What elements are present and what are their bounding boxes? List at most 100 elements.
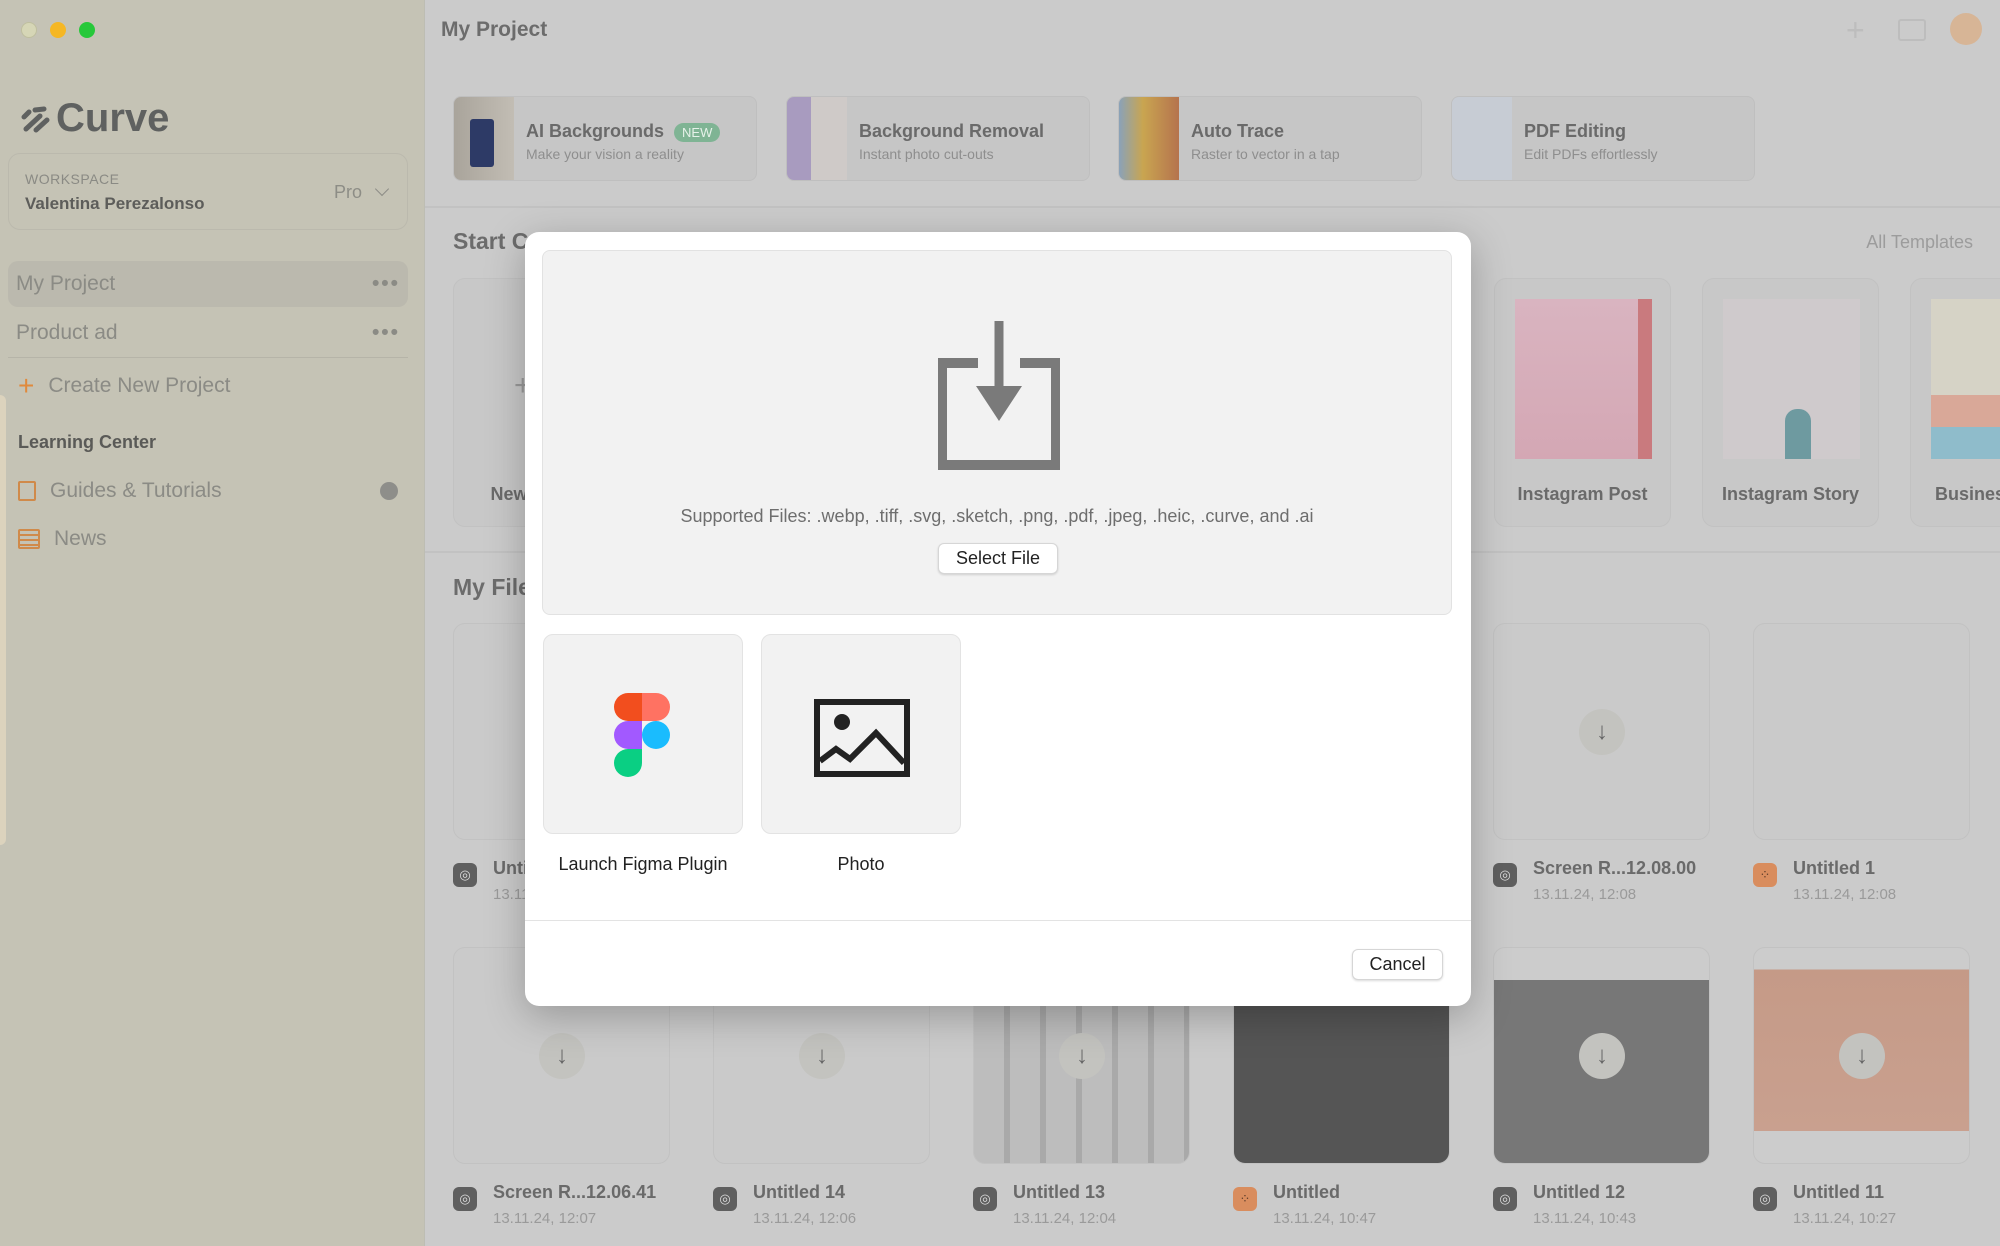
workspace-selector[interactable]: WORKSPACE Valentina Perezalonso Pro bbox=[8, 153, 408, 230]
download-icon[interactable]: ↓ bbox=[1579, 1033, 1625, 1079]
feature-title: Background Removal bbox=[859, 121, 1045, 141]
download-icon[interactable]: ↓ bbox=[539, 1033, 585, 1079]
create-project-label: Create New Project bbox=[48, 374, 231, 397]
template-instagram-story[interactable]: Instagram Story bbox=[1702, 278, 1879, 527]
select-file-button[interactable]: Select File bbox=[938, 543, 1058, 574]
cancel-button[interactable]: Cancel bbox=[1352, 949, 1443, 980]
page-title: My Project bbox=[441, 18, 548, 41]
template-business[interactable]: Business bbox=[1910, 278, 2000, 527]
sidebar-item-news[interactable]: News bbox=[18, 527, 107, 551]
logo-text: Curve bbox=[56, 96, 170, 140]
create-new-project-button[interactable]: + Create New Project bbox=[18, 370, 230, 402]
file-name[interactable]: Untitled bbox=[1273, 1182, 1340, 1203]
more-options-icon[interactable]: ••• bbox=[372, 272, 400, 296]
template-instagram-post[interactable]: Instagram Post bbox=[1494, 278, 1671, 527]
divider bbox=[425, 206, 2000, 208]
file-name[interactable]: Untitled 12 bbox=[1533, 1182, 1625, 1203]
file-name[interactable]: Screen R...12.06.41 bbox=[493, 1182, 656, 1203]
file-thumbnail[interactable]: ↓ bbox=[1493, 947, 1710, 1164]
file-date: 13.11.24, 10:27 bbox=[1793, 1210, 1897, 1227]
sidebar-item-guides[interactable]: Guides & Tutorials bbox=[18, 479, 398, 503]
guides-label: Guides & Tutorials bbox=[50, 479, 222, 502]
workspace-name: Valentina Perezalonso bbox=[25, 194, 205, 213]
workspace-label: WORKSPACE bbox=[25, 171, 120, 187]
file-thumbnail[interactable]: ↓ bbox=[1753, 947, 1970, 1164]
curve-app-file-icon: ⁘ bbox=[1753, 863, 1777, 887]
plus-icon[interactable]: + bbox=[1846, 12, 1865, 49]
unread-dot bbox=[380, 482, 398, 500]
curve-app-file-icon: ⁘ bbox=[1233, 1187, 1257, 1211]
avatar[interactable] bbox=[1950, 13, 1982, 45]
launch-figma-plugin-option[interactable] bbox=[543, 634, 743, 834]
file-name[interactable]: Untitled 14 bbox=[753, 1182, 845, 1203]
feature-title: Auto Trace bbox=[1191, 121, 1285, 141]
download-icon[interactable]: ↓ bbox=[1579, 709, 1625, 755]
curve-file-icon: ◎ bbox=[1493, 863, 1517, 887]
learning-center-heading: Learning Center bbox=[18, 432, 157, 452]
feature-title: AI Backgrounds NEW bbox=[526, 121, 721, 142]
maximize-window-button[interactable] bbox=[79, 22, 95, 38]
curve-file-icon: ◎ bbox=[713, 1187, 737, 1211]
feature-thumbnail bbox=[454, 97, 514, 180]
file-thumbnail[interactable]: ↓ bbox=[1493, 623, 1710, 840]
project-label: My Project bbox=[16, 272, 116, 295]
sidebar: Curve WORKSPACE Valentina Perezalonso Pr… bbox=[0, 0, 425, 1246]
new-badge: NEW bbox=[674, 123, 721, 142]
template-thumbnail bbox=[1723, 299, 1860, 459]
feature-title-text: AI Backgrounds bbox=[526, 121, 665, 141]
download-icon[interactable]: ↓ bbox=[1059, 1033, 1105, 1079]
workspace-plan: Pro bbox=[333, 181, 390, 203]
curve-file-icon: ◎ bbox=[1493, 1187, 1517, 1211]
close-window-button[interactable] bbox=[21, 22, 37, 38]
newspaper-icon bbox=[18, 529, 40, 549]
all-templates-link[interactable]: All Templates bbox=[1866, 232, 1973, 253]
project-label: Product ad bbox=[16, 321, 118, 344]
file-name[interactable]: Untitled 11 bbox=[1793, 1182, 1884, 1203]
file-date: 13.11.24, 10:47 bbox=[1273, 1210, 1377, 1227]
plan-label: Pro bbox=[333, 182, 362, 202]
download-icon[interactable]: ↓ bbox=[1839, 1033, 1885, 1079]
figma-icon bbox=[614, 693, 670, 777]
curve-file-icon: ◎ bbox=[973, 1187, 997, 1211]
app-logo: Curve bbox=[20, 96, 169, 141]
file-date: 13.11.24, 12:06 bbox=[753, 1210, 857, 1227]
news-label: News bbox=[54, 527, 107, 550]
download-icon[interactable]: ↓ bbox=[799, 1033, 845, 1079]
feature-thumbnail bbox=[1452, 97, 1512, 180]
minimize-window-button[interactable] bbox=[50, 22, 66, 38]
supported-files-text: Supported Files: .webp, .tiff, .svg, .sk… bbox=[680, 506, 1314, 526]
sidebar-item-product-ad[interactable]: Product ad ••• bbox=[8, 310, 408, 356]
side-panel-edge bbox=[0, 395, 6, 845]
file-date: 13.11.24, 12:07 bbox=[493, 1210, 597, 1227]
option-label: Launch Figma Plugin bbox=[558, 854, 728, 874]
sidebar-item-my-project[interactable]: My Project ••• bbox=[8, 261, 408, 307]
import-icon bbox=[938, 321, 1060, 470]
feature-subtitle: Instant photo cut-outs bbox=[859, 146, 994, 162]
curve-file-icon: ◎ bbox=[453, 863, 477, 887]
file-name[interactable]: Untitled 1 bbox=[1793, 858, 1875, 879]
file-name[interactable]: Screen R...12.08.00 bbox=[1533, 858, 1696, 879]
feature-subtitle: Make your vision a reality bbox=[526, 146, 684, 162]
template-label: Business bbox=[1935, 484, 2000, 504]
file-thumbnail[interactable] bbox=[1753, 623, 1970, 840]
more-options-icon[interactable]: ••• bbox=[372, 321, 400, 345]
feature-subtitle: Edit PDFs effortlessly bbox=[1524, 146, 1658, 162]
template-thumbnail bbox=[1515, 299, 1652, 459]
divider bbox=[8, 357, 408, 358]
file-date: 13.11.24, 12:08 bbox=[1533, 886, 1637, 903]
feature-card-auto-trace[interactable]: Auto Trace Raster to vector in a tap bbox=[1118, 96, 1422, 181]
feature-card-background-removal[interactable]: Background Removal Instant photo cut-out… bbox=[786, 96, 1090, 181]
curve-file-icon: ◎ bbox=[1753, 1187, 1777, 1211]
file-drop-zone[interactable]: Supported Files: .webp, .tiff, .svg, .sk… bbox=[542, 250, 1452, 615]
template-thumbnail bbox=[1931, 299, 2000, 459]
curve-logo-icon bbox=[21, 106, 50, 132]
folder-icon[interactable] bbox=[1898, 19, 1926, 41]
file-name[interactable]: Untitled 13 bbox=[1013, 1182, 1105, 1203]
feature-subtitle: Raster to vector in a tap bbox=[1191, 146, 1340, 162]
file-date: 13.11.24, 10:43 bbox=[1533, 1210, 1637, 1227]
feature-card-ai-backgrounds[interactable]: AI Backgrounds NEW Make your vision a rea… bbox=[453, 96, 757, 181]
feature-thumbnail bbox=[787, 97, 847, 180]
feature-card-pdf-editing[interactable]: PDF Editing Edit PDFs effortlessly bbox=[1451, 96, 1755, 181]
photo-option[interactable] bbox=[761, 634, 961, 834]
file-date: 13.11.24, 12:08 bbox=[1793, 886, 1897, 903]
